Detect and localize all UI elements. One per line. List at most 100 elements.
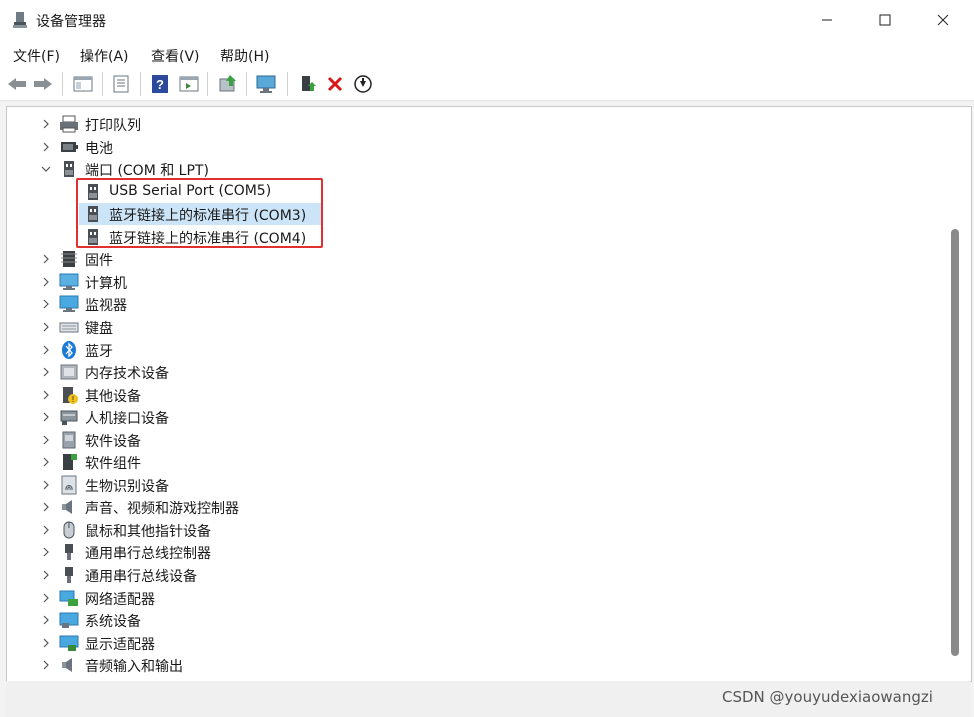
chevron-right-icon[interactable] — [41, 501, 51, 513]
chevron-right-icon[interactable] — [41, 389, 51, 401]
keyboard-icon — [59, 322, 79, 333]
category-item[interactable]: 计算机 — [7, 271, 947, 293]
chevron-right-icon[interactable] — [41, 659, 51, 671]
chevron-right-icon[interactable] — [41, 546, 51, 558]
item-label: 声音、视频和游戏控制器 — [85, 501, 239, 517]
usb-icon — [65, 544, 73, 560]
properties-button[interactable] — [110, 73, 132, 95]
device-item[interactable]: 蓝牙链接上的标准串行 (COM3) — [7, 203, 947, 225]
item-label: 内存技术设备 — [85, 366, 169, 382]
category-item[interactable]: 内存技术设备 — [7, 361, 947, 383]
forward-button[interactable] — [32, 73, 54, 95]
item-label: 网络适配器 — [85, 592, 155, 608]
chevron-right-icon[interactable] — [41, 592, 51, 604]
update-driver-button[interactable] — [217, 73, 239, 95]
action-pane-button[interactable] — [178, 73, 200, 95]
category-item[interactable]: 人机接口设备 — [7, 406, 947, 428]
item-label: 电池 — [85, 141, 113, 157]
add-driver-button[interactable] — [297, 73, 319, 95]
category-item[interactable]: 打印队列 — [7, 113, 947, 135]
menu-help[interactable]: 帮助(H) — [220, 46, 269, 66]
bluetooth-icon — [62, 341, 76, 359]
item-label: 通用串行总线设备 — [85, 569, 197, 585]
item-label: 系统设备 — [85, 614, 141, 630]
scrollbar-thumb[interactable] — [951, 229, 959, 656]
category-item[interactable]: 音频输入和输出 — [7, 654, 947, 676]
category-item[interactable]: 显示适配器 — [7, 632, 947, 654]
show-hide-tree-button[interactable] — [72, 73, 94, 95]
chevron-right-icon[interactable] — [41, 276, 51, 288]
item-label: 软件设备 — [85, 434, 141, 450]
chevron-right-icon[interactable] — [41, 434, 51, 446]
port-icon — [88, 206, 98, 222]
item-label: 蓝牙链接上的标准串行 (COM3) — [109, 208, 307, 224]
watermark-text: CSDN @youyudexiaowangzi — [722, 688, 933, 706]
item-label: 鼠标和其他指针设备 — [85, 524, 211, 540]
fingerprint-icon — [61, 475, 77, 495]
printer-icon — [60, 115, 78, 133]
device-tree[interactable]: 打印队列电池 端口 (COM 和 LPT) USB Serial Port (COM… — [6, 106, 972, 682]
chevron-right-icon[interactable] — [41, 637, 51, 649]
help-button[interactable]: ? — [149, 73, 171, 95]
category-item[interactable]: 通用串行总线控制器 — [7, 541, 947, 563]
maximize-button[interactable] — [856, 0, 914, 40]
menu-view[interactable]: 查看(V) — [151, 46, 200, 66]
category-item[interactable]: 蓝牙 — [7, 339, 947, 361]
chevron-right-icon[interactable] — [41, 141, 51, 153]
item-label: 监视器 — [85, 298, 127, 314]
menu-file[interactable]: 文件(F) — [13, 46, 60, 66]
chevron-right-icon[interactable] — [41, 524, 51, 536]
chevron-right-icon[interactable] — [41, 479, 51, 491]
chevron-right-icon[interactable] — [41, 344, 51, 356]
uninstall-device-button[interactable] — [324, 73, 346, 95]
vertical-scrollbar[interactable] — [946, 107, 970, 681]
device-item[interactable]: USB Serial Port (COM5) — [7, 181, 947, 203]
chevron-right-icon[interactable] — [41, 456, 51, 468]
disable-device-button[interactable] — [352, 73, 374, 95]
category-item[interactable]: 电池 — [7, 136, 947, 158]
chevron-right-icon[interactable] — [41, 411, 51, 423]
close-icon — [937, 14, 949, 26]
system-icon — [59, 612, 79, 628]
minimize-button[interactable] — [798, 0, 856, 40]
category-item[interactable]: 软件组件 — [7, 451, 947, 473]
toolbar-separator — [287, 72, 288, 96]
chevron-right-icon[interactable] — [41, 118, 51, 130]
battery-icon — [61, 142, 78, 152]
scan-hardware-button[interactable] — [256, 73, 278, 95]
chevron-right-icon[interactable] — [41, 569, 51, 581]
chevron-right-icon[interactable] — [41, 253, 51, 265]
item-label: 人机接口设备 — [85, 411, 169, 427]
chevron-right-icon[interactable] — [41, 614, 51, 626]
window-title: 设备管理器 — [36, 14, 106, 30]
item-label: 通用串行总线控制器 — [85, 546, 211, 562]
category-item[interactable]: 通用串行总线设备 — [7, 564, 947, 586]
add-device-icon — [302, 76, 316, 91]
display-adapter-icon — [59, 635, 79, 651]
category-item[interactable]: 软件设备 — [7, 429, 947, 451]
category-item[interactable]: 声音、视频和游戏控制器 — [7, 496, 947, 518]
category-item[interactable]: 固件 — [7, 248, 947, 270]
chevron-right-icon[interactable] — [41, 366, 51, 378]
category-item[interactable]: 网络适配器 — [7, 587, 947, 609]
menu-action[interactable]: 操作(A) — [80, 46, 129, 66]
device-item[interactable]: 蓝牙链接上的标准串行 (COM4) — [7, 226, 947, 248]
chevron-down-icon[interactable] — [41, 163, 51, 175]
toolbar-separator — [140, 72, 141, 96]
category-item[interactable]: 鼠标和其他指针设备 — [7, 519, 947, 541]
category-item[interactable]: 键盘 — [7, 316, 947, 338]
item-label: 蓝牙链接上的标准串行 (COM4) — [109, 231, 307, 247]
category-item[interactable]: 系统设备 — [7, 609, 947, 631]
category-item[interactable]: 生物识别设备 — [7, 474, 947, 496]
back-arrow-icon — [8, 78, 26, 90]
menu-bar — [0, 40, 974, 68]
item-label: 蓝牙 — [85, 344, 113, 360]
category-item[interactable]: 监视器 — [7, 293, 947, 315]
chevron-right-icon[interactable] — [41, 321, 51, 333]
category-item[interactable]: ! 其他设备 — [7, 384, 947, 406]
back-button[interactable] — [6, 73, 28, 95]
disable-device-icon — [354, 75, 372, 93]
close-button[interactable] — [914, 0, 972, 40]
chevron-right-icon[interactable] — [41, 298, 51, 310]
category-item[interactable]: 端口 (COM 和 LPT) — [7, 158, 947, 180]
